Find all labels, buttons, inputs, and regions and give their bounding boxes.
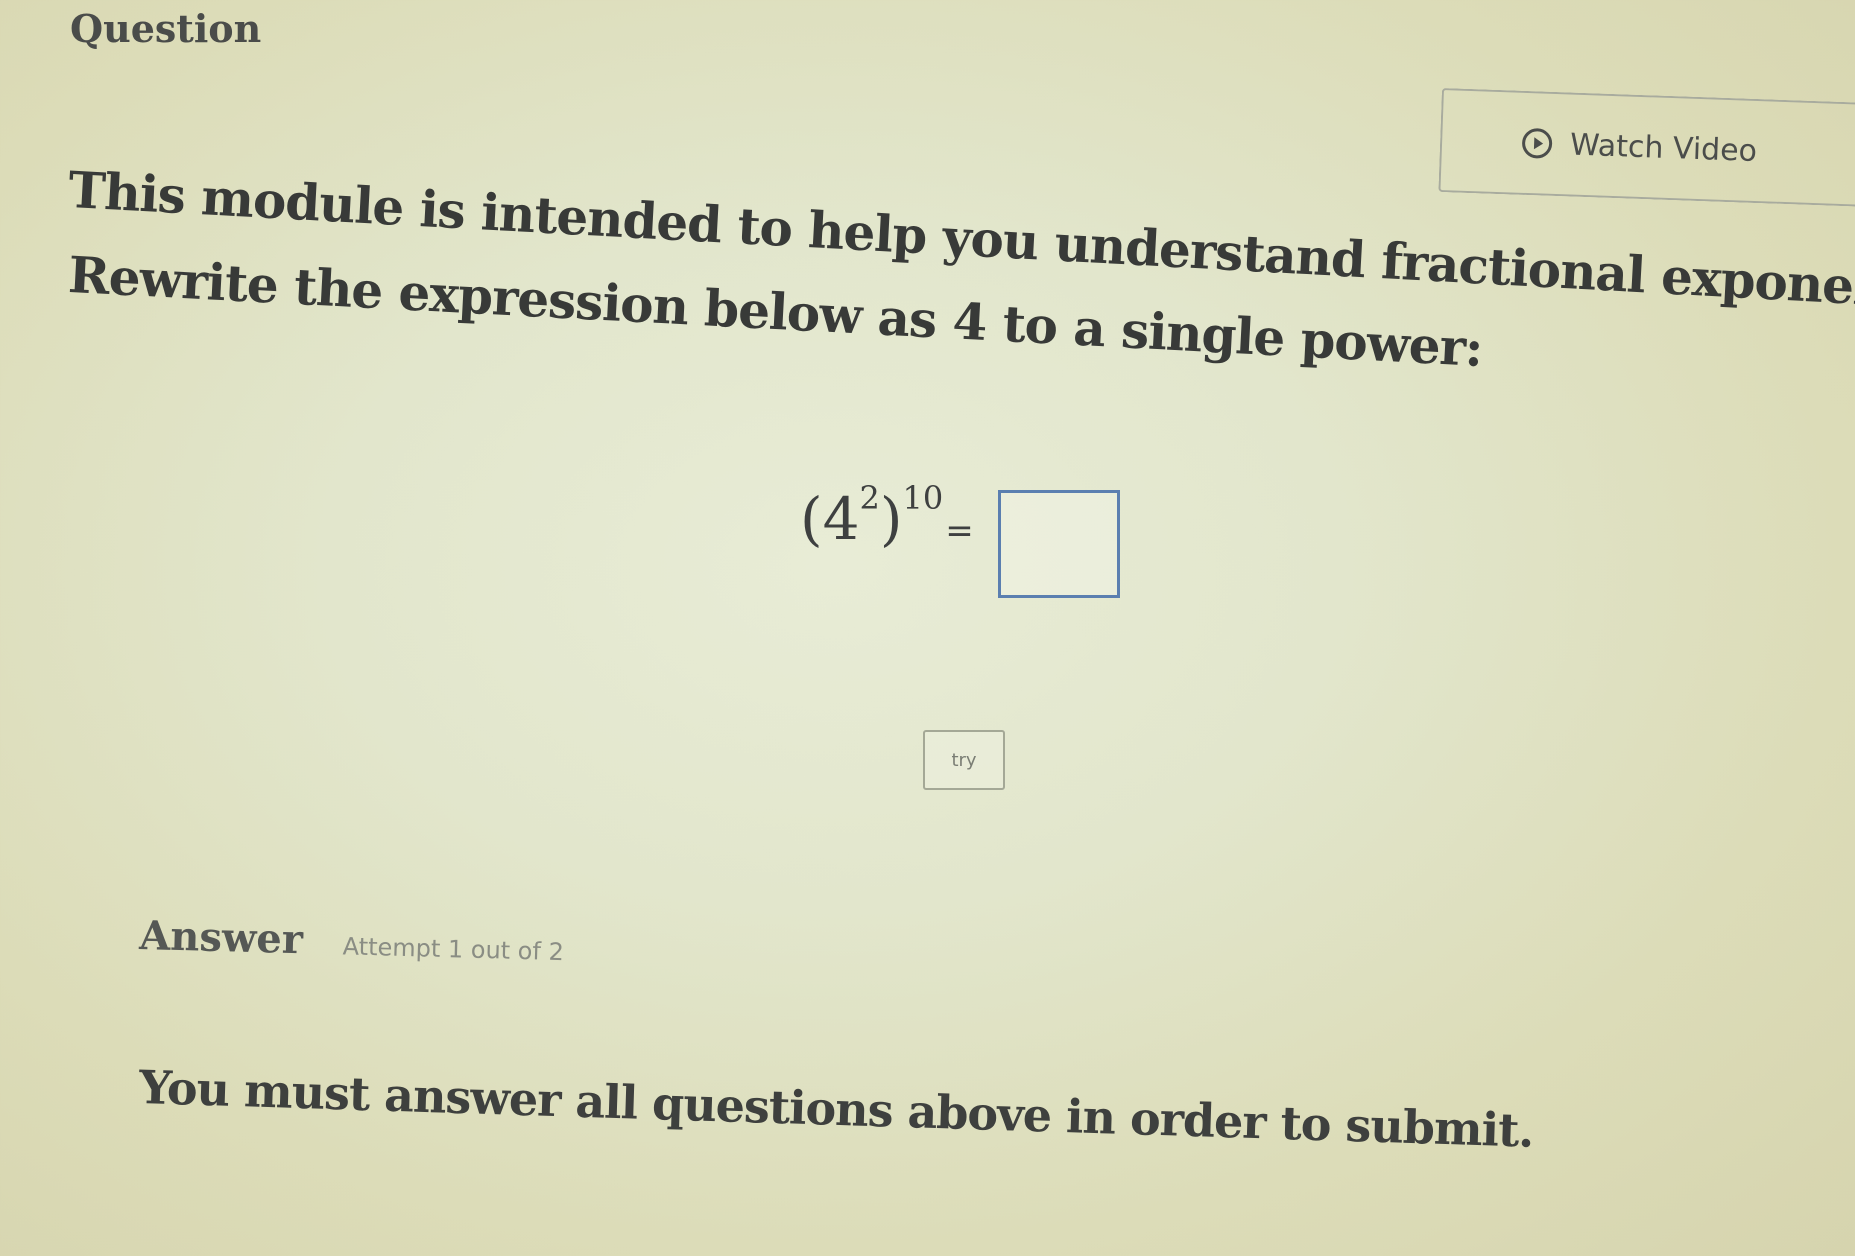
math-expression: (4 2) 10 =: [800, 479, 974, 553]
question-header: Question: [70, 6, 262, 51]
open-paren: (: [800, 485, 823, 553]
close-paren: ): [879, 485, 903, 553]
try-button[interactable]: try: [923, 730, 1005, 790]
outer-exponent: 10: [902, 479, 944, 517]
inner-exponent: 2: [859, 479, 880, 517]
answer-section-header: Answer Attempt 1 out of 2: [139, 912, 565, 970]
submit-requirement-note: You must answer all questions above in o…: [138, 1060, 1535, 1158]
watch-video-button[interactable]: Watch Video: [1438, 88, 1855, 207]
watch-video-label: Watch Video: [1569, 127, 1758, 169]
answer-input-box[interactable]: [998, 490, 1120, 598]
play-icon: [1521, 127, 1553, 159]
attempt-counter: Attempt 1 out of 2: [342, 932, 565, 967]
answer-label: Answer: [138, 912, 304, 964]
expression-base: 4: [822, 485, 860, 553]
equals-sign: =: [945, 511, 974, 551]
